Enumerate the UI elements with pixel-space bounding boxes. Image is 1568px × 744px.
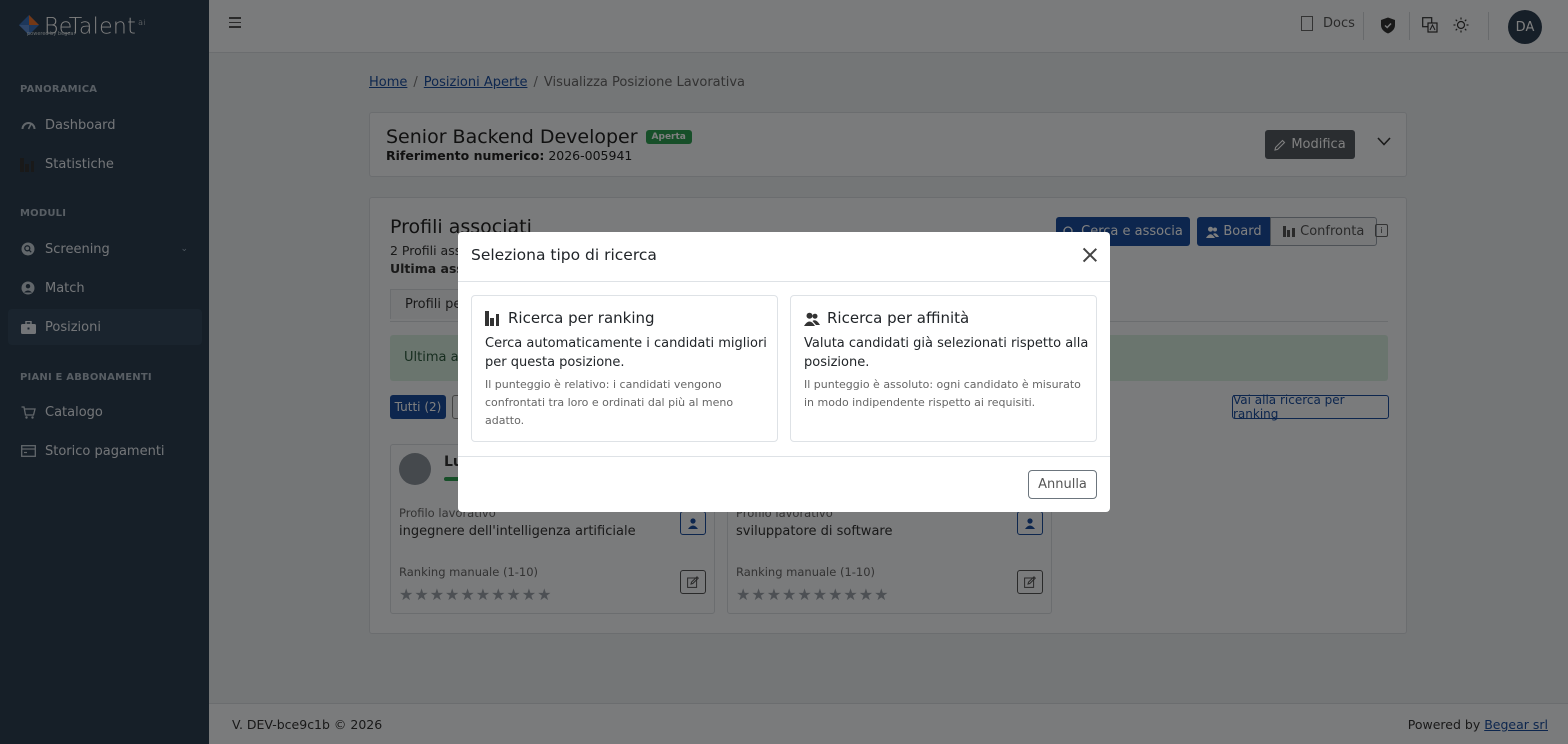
option-note: Il punteggio è assoluto: ogni candidato …	[804, 378, 1081, 409]
option-affinity-search[interactable]: Ricerca per affinità Valuta candidati gi…	[790, 295, 1097, 442]
cancel-button[interactable]: Annulla	[1028, 470, 1097, 499]
modal-title: Seleziona tipo di ricerca	[471, 246, 657, 264]
bar-chart-icon	[485, 310, 501, 326]
option-note: Il punteggio è relativo: i candidati ven…	[485, 378, 734, 427]
close-icon[interactable]	[1082, 247, 1098, 263]
option-description: Cerca automaticamente i candidati miglio…	[485, 336, 767, 370]
modal-footer-divider	[458, 456, 1110, 457]
modal-header: Seleziona tipo di ricerca	[458, 232, 1110, 282]
option-title-text: Ricerca per ranking	[508, 309, 655, 327]
option-title: Ricerca per affinità	[804, 309, 969, 327]
option-ranking-search[interactable]: Ricerca per ranking Cerca automaticament…	[471, 295, 778, 442]
search-type-modal: Seleziona tipo di ricerca Ricerca per ra…	[458, 232, 1110, 512]
option-title-text: Ricerca per affinità	[827, 309, 970, 327]
users-icon	[804, 310, 820, 326]
option-description: Valuta candidati già selezionati rispett…	[804, 336, 1089, 370]
option-title: Ricerca per ranking	[485, 309, 655, 327]
